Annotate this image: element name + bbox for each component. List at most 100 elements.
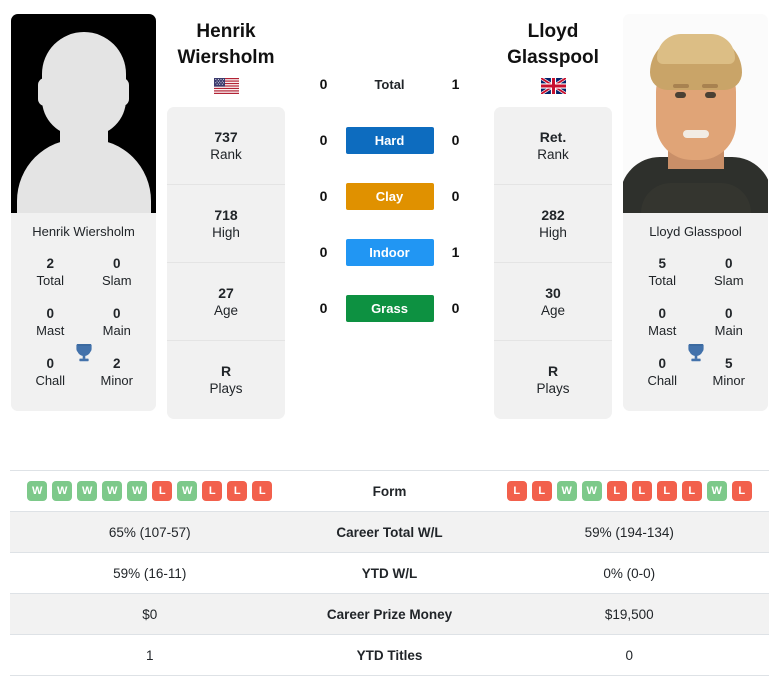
right-form-badge[interactable]: L — [531, 481, 552, 501]
h2h-total-right: 1 — [451, 76, 460, 92]
left-player-card[interactable]: Henrik Wiersholm 2 Total 0 Slam 0 Mast 0… — [11, 14, 156, 412]
h2h-row-hard: 0 Hard 0 — [285, 112, 494, 168]
h2h-surface-total: Total — [374, 76, 405, 92]
right-form-badge[interactable]: W — [556, 481, 577, 501]
left-ytd-wl: 59% (16-11) — [113, 565, 187, 581]
left-form-badge[interactable]: L — [252, 481, 273, 501]
h2h-grass-right: 0 — [451, 300, 460, 316]
silhouette-ear-left — [38, 78, 52, 106]
left-form-badge[interactable]: L — [152, 481, 173, 501]
photo-shirt-collar — [640, 183, 751, 213]
h2h-surface-indoor[interactable]: Indoor — [345, 238, 434, 266]
left-form-badge[interactable]: W — [27, 481, 48, 501]
right-title-total: 5 Total — [648, 256, 676, 288]
right-form-badge[interactable]: L — [631, 481, 652, 501]
right-ytd-wl: 0% (0-0) — [603, 565, 656, 581]
left-form-badge[interactable]: L — [227, 481, 248, 501]
right-form-strip: LLWWLLLLWL — [490, 481, 770, 501]
left-titles-grid: 2 Total 0 Slam 0 Mast 0 Main 0 Chall 2 M… — [11, 248, 156, 412]
left-form-badge[interactable]: L — [202, 481, 223, 501]
left-form-badge[interactable]: W — [127, 481, 148, 501]
right-stat-plays: R Plays — [536, 363, 570, 397]
table-row-ytd-wl: 59% (16-11) YTD W/L 0% (0-0) — [10, 553, 769, 594]
right-career-total-wl: 59% (194-134) — [584, 524, 674, 540]
row-label-form: Form — [372, 483, 407, 499]
left-stat-rank: 737 Rank — [167, 107, 285, 185]
left-player-column: Henrik Wiersholm 2 Total 0 Slam 0 Mast 0… — [0, 0, 167, 412]
right-form-badge[interactable]: L — [606, 481, 627, 501]
silhouette-ear-right — [115, 78, 129, 106]
right-career-prize-money: $19,500 — [604, 606, 654, 622]
left-form-badge[interactable]: W — [77, 481, 98, 501]
right-stat-age: 30 Age — [494, 263, 612, 341]
left-player-name-band: Henrik Wiersholm — [11, 213, 156, 248]
right-stat-rank: Ret. Rank — [494, 107, 612, 185]
right-player-last-name: Glasspool — [507, 46, 599, 68]
h2h-surface-grass[interactable]: Grass — [345, 294, 434, 322]
left-stat-age: 27 Age — [167, 263, 285, 341]
right-form-badge[interactable]: W — [706, 481, 727, 501]
h2h-indoor-right: 1 — [451, 244, 460, 260]
right-stats-card: Ret. Rank 282 High 30 Age R Plays — [494, 107, 612, 419]
left-career-total-wl: 65% (107-57) — [108, 524, 191, 540]
table-row-career-total-wl: 65% (107-57) Career Total W/L 59% (194-1… — [10, 512, 769, 553]
photo-eye-right — [705, 92, 716, 98]
h2h-hard-left: 0 — [319, 132, 328, 148]
left-title-total: 2 Total — [36, 256, 64, 288]
left-form-badge[interactable]: W — [177, 481, 198, 501]
left-ytd-titles: 1 — [145, 647, 154, 663]
h2h-indoor-left: 0 — [319, 244, 328, 260]
right-player-name-band: Lloyd Glasspool — [623, 213, 768, 248]
right-player-photo — [623, 14, 768, 213]
h2h-surface-hard[interactable]: Hard — [345, 126, 434, 154]
right-player-flag-wrap — [494, 70, 612, 96]
photo-eye-left — [675, 92, 686, 98]
photo-brow-left — [673, 84, 689, 88]
left-form-badge[interactable]: W — [52, 481, 73, 501]
row-label-ytd-wl: YTD W/L — [361, 565, 418, 581]
h2h-row-total: 0 Total 1 — [285, 56, 494, 112]
comparison-table: WWWWWLWLLL Form LLWWLLLLWL 65% (107-57) … — [10, 470, 769, 676]
right-form-badge[interactable]: L — [506, 481, 527, 501]
photo-mouth — [682, 130, 709, 138]
head-to-head-comparison: Henrik Wiersholm 2 Total 0 Slam 0 Mast 0… — [0, 0, 779, 676]
right-player-card[interactable]: Lloyd Glasspool 5 Total 0 Slam 0 Mast 0 … — [623, 14, 768, 412]
right-form-badge[interactable]: L — [681, 481, 702, 501]
trophy-icon — [683, 340, 709, 371]
right-player-header: Lloyd Glasspool — [494, 0, 612, 96]
left-stat-high: 718 High — [167, 185, 285, 263]
left-form-badge[interactable]: W — [102, 481, 123, 501]
photo-hair-highlight — [656, 34, 735, 64]
h2h-hard-right: 0 — [451, 132, 460, 148]
h2h-row-clay: 0 Clay 0 — [285, 168, 494, 224]
silhouette-body — [16, 139, 151, 213]
right-form-cell: LLWWLLLLWL — [490, 481, 770, 501]
right-title-slam: 0 Slam — [713, 256, 744, 288]
h2h-total-left: 0 — [319, 76, 328, 92]
table-row-career-prize-money: $0 Career Prize Money $19,500 — [10, 594, 769, 635]
left-stat-plays: R Plays — [209, 363, 243, 397]
left-player-first-name: Henrik — [196, 21, 256, 42]
right-ytd-titles: 0 — [625, 647, 633, 663]
h2h-row-indoor: 0 Indoor 1 — [285, 224, 494, 280]
gb-flag-icon — [540, 78, 566, 95]
left-title-slam: 0 Slam — [101, 256, 132, 288]
right-player-column: Lloyd Glasspool 5 Total 0 Slam 0 Mast 0 … — [612, 0, 779, 412]
right-stat-high: 282 High — [494, 185, 612, 263]
trophy-icon — [71, 340, 97, 371]
h2h-clay-left: 0 — [319, 188, 328, 204]
right-form-badge[interactable]: L — [731, 481, 752, 501]
h2h-surface-clay[interactable]: Clay — [345, 182, 434, 210]
left-stats-card: 737 Rank 718 High 27 Age R Plays — [167, 107, 285, 419]
right-form-badge[interactable]: L — [656, 481, 677, 501]
left-player-flag-wrap — [167, 70, 285, 96]
right-player-first-name: Lloyd — [527, 21, 579, 42]
left-career-prize-money: $0 — [142, 606, 158, 622]
left-player-header: Henrik Wiersholm — [167, 0, 285, 96]
row-label-career-total-wl: Career Total W/L — [336, 524, 443, 540]
left-form-cell: WWWWWLWLLL — [10, 481, 290, 501]
row-label-career-prize-money: Career Prize Money — [326, 606, 453, 622]
photo-brow-right — [702, 84, 718, 88]
table-row-ytd-titles: 1 YTD Titles 0 — [10, 635, 769, 676]
right-form-badge[interactable]: W — [581, 481, 602, 501]
